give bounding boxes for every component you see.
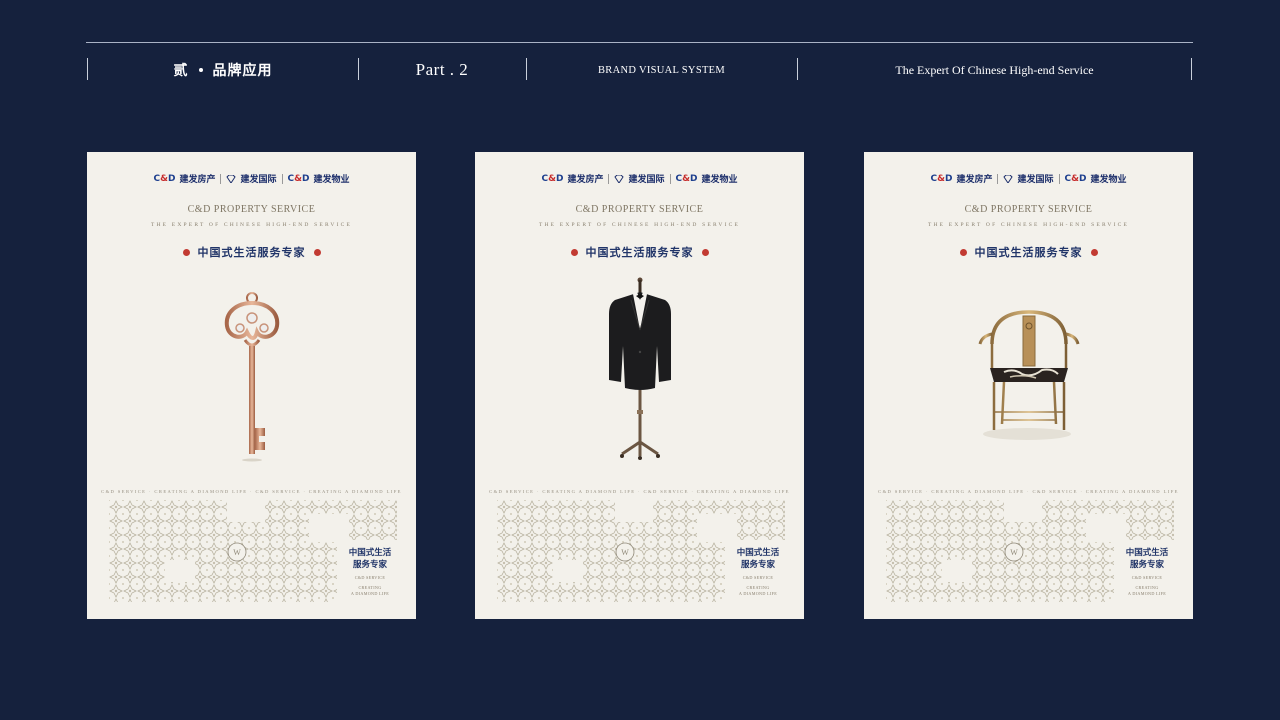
seal-icon	[959, 248, 967, 256]
poster-ribbon: C&D SERVICE · CREATING A DIAMOND LIFE · …	[878, 489, 1179, 494]
poster-title-en: C&D PROPERTY SERVICE	[964, 204, 1093, 215]
page-header: 贰 品牌应用 Part . 2 BRAND VISUAL SYSTEM The …	[86, 58, 1193, 82]
svg-text:W: W	[1010, 548, 1018, 557]
logo-intl: 建发国际	[628, 175, 665, 185]
poster-title-zh: 中国式生活服务专家	[864, 244, 1193, 260]
diamond-icon	[1003, 174, 1014, 183]
poster-title-en: C&D PROPERTY SERVICE	[575, 204, 704, 215]
slogan-en-1: C&D SERVICE	[1131, 575, 1163, 580]
poster-subtitle-en: THE EXPERT OF CHINESE HIGH-END SERVICE	[927, 222, 1130, 228]
cd-logo: C&D	[287, 173, 310, 184]
part-label: Part . 2	[415, 60, 469, 79]
poster-slogan: 中国式生活 服务专家 C&D SERVICE CREATING A DIAMON…	[1116, 547, 1178, 597]
slogan-en-1: C&D SERVICE	[354, 575, 386, 580]
logo-divider	[669, 173, 671, 184]
seal-icon	[313, 248, 321, 256]
diamond-icon	[614, 174, 625, 183]
poster-title-zh: 中国式生活服务专家	[87, 244, 416, 260]
logo-divider	[1058, 173, 1060, 184]
logo-fang: 建发房产	[567, 175, 604, 185]
cd-logo: C&D	[541, 173, 564, 184]
brand-logos: C&D 建发房产 建发国际 C&D 建发物业	[864, 172, 1193, 185]
chapter-title: 品牌应用	[212, 63, 273, 79]
seal-icon	[1090, 248, 1098, 256]
poster-slogan: 中国式生活 服务专家 C&D SERVICE CREATING A DIAMON…	[339, 547, 401, 597]
logo-divider	[220, 173, 222, 184]
slogan-en-3: A DIAMOND LIFE	[1127, 591, 1167, 596]
seal-icon	[570, 248, 578, 256]
poster-ribbon: C&D SERVICE · CREATING A DIAMOND LIFE · …	[489, 489, 790, 494]
logo-fang: 建发房产	[956, 175, 993, 185]
slogan-zh-2: 服务专家	[740, 560, 775, 570]
brand-logos: C&D 建发房产 建发国际 C&D 建发物业	[87, 172, 416, 185]
chapter-number: 贰	[173, 63, 189, 79]
poster-subtitle-en: THE EXPERT OF CHINESE HIGH-END SERVICE	[150, 222, 353, 228]
cd-logo: C&D	[930, 173, 953, 184]
logo-wuye: 建发物业	[701, 175, 738, 185]
poster-title-zh-text: 中国式生活服务专家	[585, 246, 694, 259]
seal-icon	[701, 248, 709, 256]
poster-slogan: 中国式生活 服务专家 C&D SERVICE CREATING A DIAMON…	[727, 547, 789, 597]
brand-tagline: The Expert Of Chinese High-end Service	[895, 62, 1094, 77]
poster-title-zh-text: 中国式生活服务专家	[197, 246, 306, 259]
poster-key: C&D 建发房产 建发国际 C&D 建发物业 C&D PROPERTY SERV…	[87, 152, 416, 619]
slogan-en-3: A DIAMOND LIFE	[350, 591, 390, 596]
slogan-zh-1: 中国式生活	[348, 548, 392, 558]
slogan-zh-1: 中国式生活	[736, 548, 780, 558]
cd-logo: C&D	[153, 173, 176, 184]
svg-text:W: W	[621, 548, 629, 557]
key-icon	[224, 292, 280, 462]
logo-wuye: 建发物业	[1090, 175, 1127, 185]
slogan-zh-1: 中国式生活	[1125, 548, 1169, 558]
bullet-icon	[198, 68, 203, 72]
header-rule	[86, 42, 1193, 43]
chapter-heading: 贰 品牌应用	[87, 58, 359, 82]
section-caption: BRAND VISUAL SYSTEM	[597, 64, 726, 76]
logo-wuye: 建发物业	[313, 175, 350, 185]
poster-title-zh: 中国式生活服务专家	[475, 244, 804, 260]
diamond-icon	[226, 174, 237, 183]
poster-ribbon: C&D SERVICE · CREATING A DIAMOND LIFE · …	[101, 489, 402, 494]
logo-intl: 建发国际	[1017, 175, 1054, 185]
cd-logo: C&D	[1064, 173, 1087, 184]
slogan-zh-2: 服务专家	[352, 560, 387, 570]
poster-title-en: C&D PROPERTY SERVICE	[187, 204, 316, 215]
seal-icon	[182, 248, 190, 256]
logo-intl: 建发国际	[240, 175, 277, 185]
slogan-en-3: A DIAMOND LIFE	[738, 591, 778, 596]
logo-divider	[997, 173, 999, 184]
chair-icon	[978, 310, 1080, 440]
suit-icon	[609, 277, 671, 460]
poster-title-zh-text: 中国式生活服务专家	[974, 246, 1083, 259]
brand-logos: C&D 建发房产 建发国际 C&D 建发物业	[475, 172, 804, 185]
header-divider	[1191, 58, 1192, 80]
logo-divider	[281, 173, 283, 184]
poster-subtitle-en: THE EXPERT OF CHINESE HIGH-END SERVICE	[538, 222, 741, 228]
cd-logo: C&D	[675, 173, 698, 184]
poster-chair: C&D 建发房产 建发国际 C&D 建发物业 C&D PROPERTY SERV…	[864, 152, 1193, 619]
logo-divider	[608, 173, 610, 184]
poster-suit: C&D 建发房产 建发国际 C&D 建发物业 C&D PROPERTY SERV…	[475, 152, 804, 619]
slogan-en-1: C&D SERVICE	[742, 575, 774, 580]
svg-text:W: W	[233, 548, 241, 557]
slogan-zh-2: 服务专家	[1129, 560, 1164, 570]
logo-fang: 建发房产	[179, 175, 216, 185]
